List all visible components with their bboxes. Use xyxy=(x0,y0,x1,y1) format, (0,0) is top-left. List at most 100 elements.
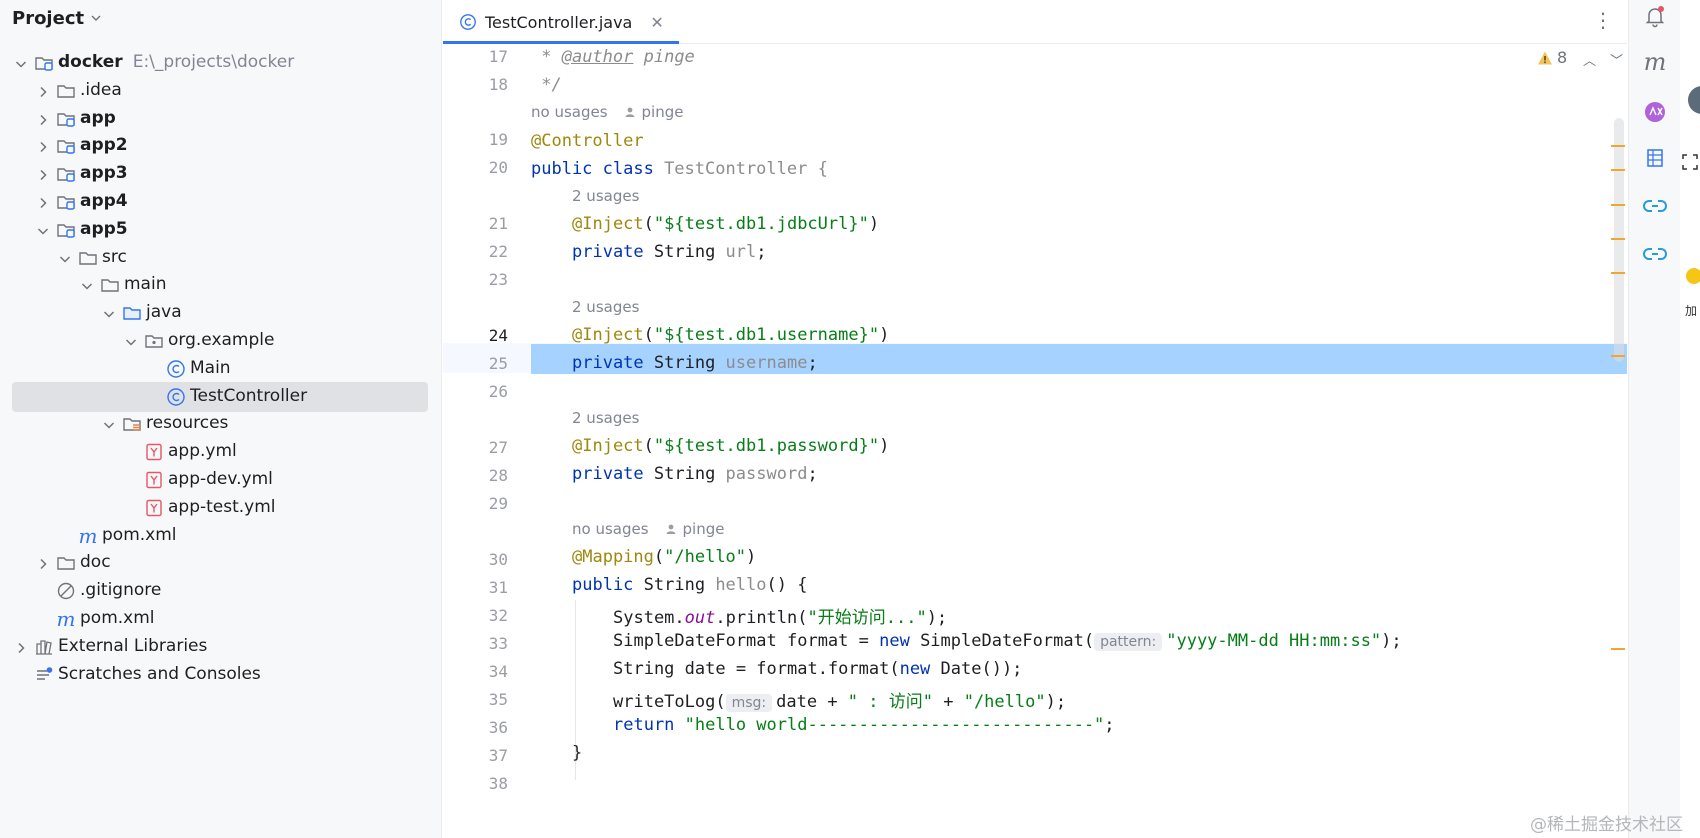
chevron-down-icon[interactable] xyxy=(80,278,94,292)
warning-stripe[interactable] xyxy=(1611,238,1625,240)
badge-icon xyxy=(1686,268,1700,284)
library-icon xyxy=(34,637,54,657)
warning-stripe[interactable] xyxy=(1611,169,1625,171)
link-button[interactable] xyxy=(1641,192,1669,220)
line-number: 23 xyxy=(488,270,508,289)
project-panel-header[interactable]: Project xyxy=(12,4,102,32)
chevron-down-icon[interactable] xyxy=(14,56,28,70)
tree-item-pom-xml[interactable]: m pom.xml xyxy=(12,604,428,634)
chevron-down-icon[interactable]: ﹀ xyxy=(1610,50,1623,69)
code-text: ); xyxy=(1045,692,1067,712)
tree-item-app5[interactable]: app5 xyxy=(12,215,428,245)
tree-item-label: External Libraries xyxy=(58,635,208,656)
author-name: pinge xyxy=(682,520,725,538)
code-line: writeToLog(msg: date + " : 访问" + "/hello"… xyxy=(613,687,1066,712)
line-number: 38 xyxy=(488,774,508,793)
chevron-right-icon[interactable] xyxy=(36,167,50,181)
tree-item-doc[interactable]: doc xyxy=(12,548,428,578)
tree-item-src[interactable]: src xyxy=(12,243,428,273)
tree-item-app-test-yml[interactable]: app-test.yml xyxy=(12,493,428,523)
project-tool-window: Project docker E:\_projects\docker .idea ap… xyxy=(0,0,442,838)
module-path: E:\_projects\docker xyxy=(132,52,295,72)
tree-item-pom-xml[interactable]: m pom.xml xyxy=(12,521,428,551)
code-area[interactable]: * @author pinge */ no usages pinge @Cont… xyxy=(531,0,1611,838)
tree-item-app[interactable]: app xyxy=(12,104,428,134)
keyword: private xyxy=(572,353,654,373)
tree-item-app-yml[interactable]: app.yml xyxy=(12,437,428,467)
database-button[interactable] xyxy=(1641,144,1669,172)
keyword: public xyxy=(572,575,644,595)
line-number: 26 xyxy=(488,382,508,401)
ai-assistant-button[interactable] xyxy=(1641,98,1669,126)
keyword: return xyxy=(613,715,685,735)
code-line: String date = format.format(new Date()); xyxy=(613,659,1022,679)
tree-item-idea[interactable]: .idea xyxy=(12,76,428,106)
line-number: 21 xyxy=(488,214,508,233)
warning-stripe[interactable] xyxy=(1611,145,1625,147)
chevron-right-icon[interactable] xyxy=(36,556,50,570)
usages-hint[interactable]: 2 usages xyxy=(572,187,639,205)
chevron-down-icon[interactable] xyxy=(102,306,116,320)
notifications-button[interactable] xyxy=(1641,2,1669,30)
chevron-down-icon[interactable] xyxy=(124,334,138,348)
tree-item-app2[interactable]: app2 xyxy=(12,131,428,161)
tree-item-label: pom.xml xyxy=(80,608,155,628)
chevron-right-icon[interactable] xyxy=(36,195,50,209)
tree-item-docker[interactable]: docker E:\_projects\docker xyxy=(12,48,428,78)
project-panel-title: Project xyxy=(12,7,85,29)
tree-item-main[interactable]: Main xyxy=(12,354,428,384)
warning-stripe[interactable] xyxy=(1611,648,1625,650)
tree-item-testcontroller[interactable]: TestController xyxy=(12,381,428,412)
tree-item-org-example[interactable]: org.example xyxy=(12,326,428,356)
javadoc-tag: @author xyxy=(561,47,634,67)
tree-item-scratches-and-consoles[interactable]: Scratches and Consoles xyxy=(12,660,428,690)
link-button[interactable] xyxy=(1641,240,1669,268)
tree-item-app3[interactable]: app3 xyxy=(12,159,428,189)
code-text: () { xyxy=(766,575,808,595)
tree-item-java[interactable]: java xyxy=(12,298,428,328)
chevron-right-icon[interactable] xyxy=(36,139,50,153)
usages-hint[interactable]: 2 usages xyxy=(572,298,639,316)
tree-item-app4[interactable]: app4 xyxy=(12,187,428,217)
chevron-down-icon[interactable] xyxy=(102,417,116,431)
chevron-right-icon[interactable] xyxy=(36,84,50,98)
tree-item-app-dev-yml[interactable]: app-dev.yml xyxy=(12,465,428,495)
chevron-down-icon xyxy=(91,15,101,21)
code-text: System. xyxy=(613,608,685,628)
editor: TestController.java ✕ ⋮ 17 18 19 20 21 2… xyxy=(443,0,1627,838)
inspection-widget[interactable]: 8 xyxy=(1537,48,1567,67)
usages-hint[interactable]: no usages pinge xyxy=(572,520,724,538)
module-folder-icon xyxy=(56,136,76,156)
user-icon xyxy=(625,107,635,117)
maven-button[interactable]: m xyxy=(1641,48,1669,76)
yaml-file-icon xyxy=(144,442,164,462)
warning-stripe[interactable] xyxy=(1611,204,1625,206)
ai-assistant-icon xyxy=(1645,102,1665,122)
line-number: 25 xyxy=(488,354,508,373)
tree-item-label: app.yml xyxy=(168,441,237,462)
maven-icon: m xyxy=(78,523,98,548)
annotation: @Inject xyxy=(572,436,644,456)
warning-stripe[interactable] xyxy=(1611,272,1625,274)
string-literal: "${test.db1.jdbcUrl}" xyxy=(653,214,869,234)
vertical-scrollbar[interactable] xyxy=(1614,118,1624,362)
chevron-right-icon[interactable] xyxy=(14,640,28,654)
warning-stripe[interactable] xyxy=(1611,355,1625,357)
usages-hint[interactable]: no usages pinge xyxy=(531,103,683,121)
chevron-right-icon[interactable] xyxy=(36,112,50,126)
usages-hint[interactable]: 2 usages xyxy=(572,409,639,427)
chevron-down-icon[interactable] xyxy=(58,251,72,265)
field-name: password xyxy=(725,464,808,484)
code-text: date + xyxy=(776,692,848,712)
keyword: private xyxy=(572,464,654,484)
chevron-down-icon[interactable] xyxy=(36,223,50,237)
code-line: public String hello() { xyxy=(572,575,807,595)
chevron-up-icon[interactable]: ︿ xyxy=(1583,50,1596,69)
tree-item-external-libraries[interactable]: External Libraries xyxy=(12,632,428,662)
string-literal: " : 访问" xyxy=(847,692,933,712)
line-number: 30 xyxy=(488,550,508,569)
tree-item-gitignore[interactable]: .gitignore xyxy=(12,576,428,606)
tree-item-resources[interactable]: resources xyxy=(12,409,428,439)
right-tool-strip: m xyxy=(1628,0,1680,838)
tree-item-main[interactable]: main xyxy=(12,270,428,300)
